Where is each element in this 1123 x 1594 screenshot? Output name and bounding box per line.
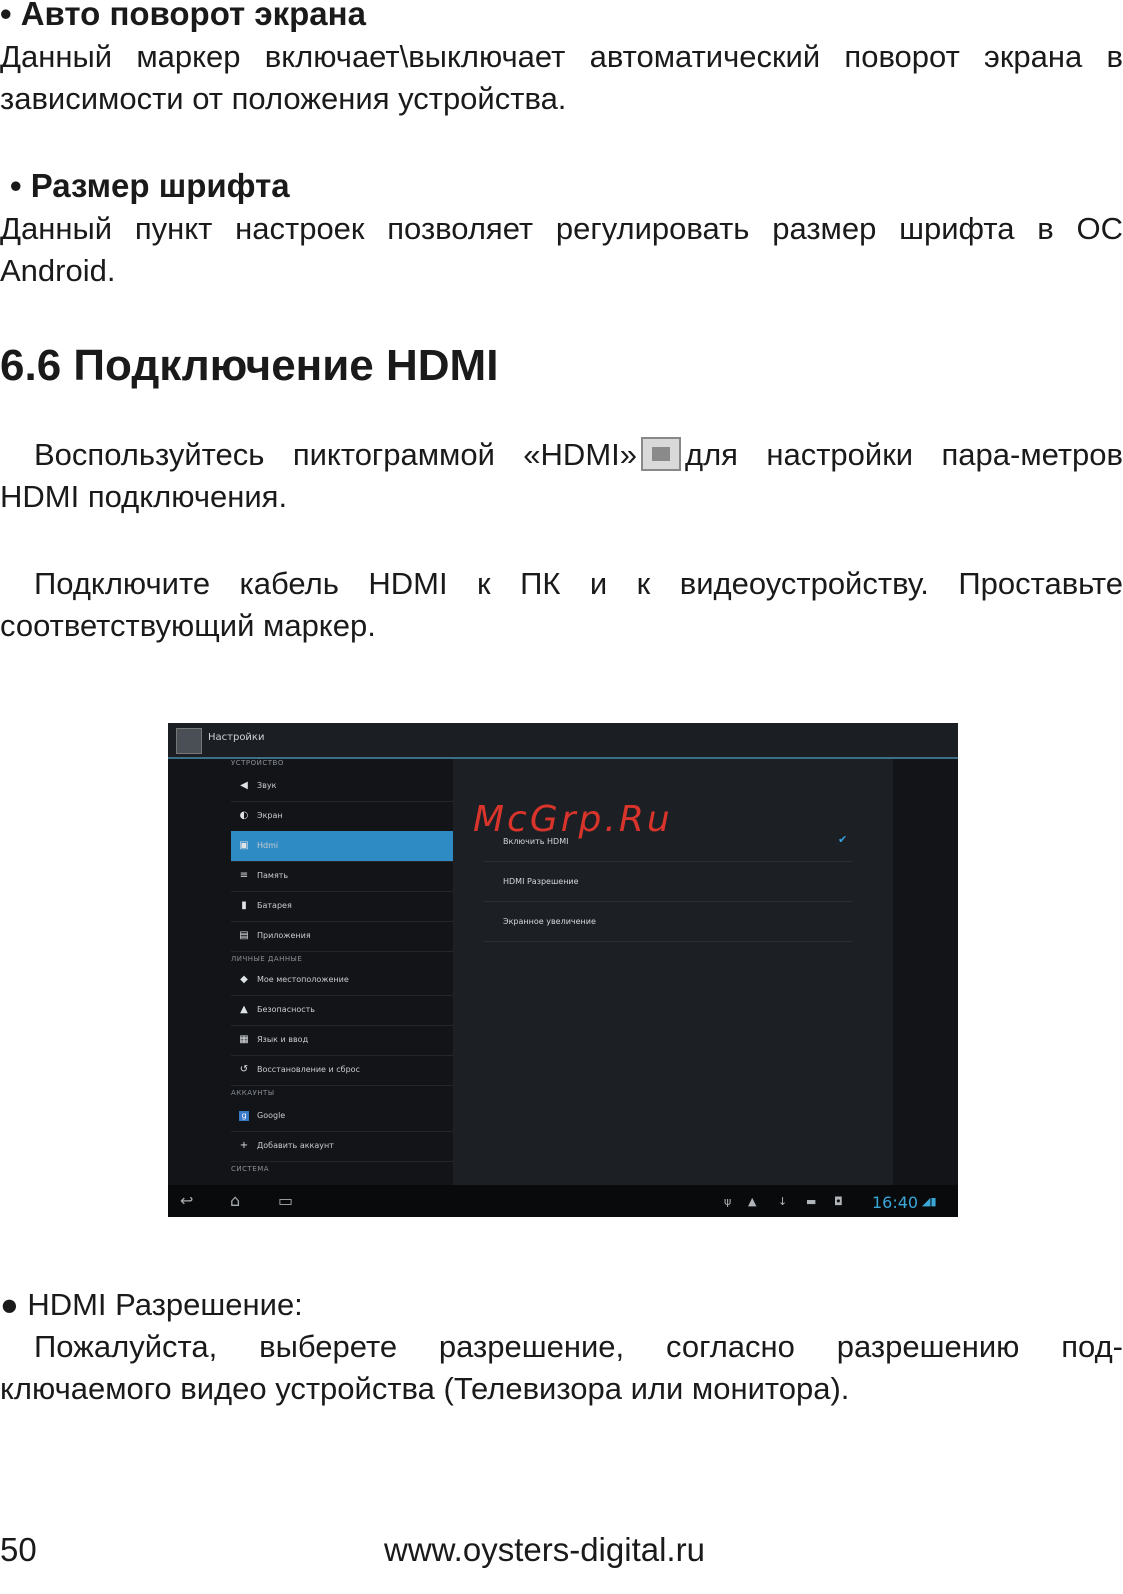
google-icon: g: [239, 1111, 249, 1121]
action-bar: Настройки: [168, 723, 958, 759]
auto-rotate-text: Данный маркер включает\выключает автомат…: [0, 39, 1123, 116]
auto-rotate-title: • Авто поворот экрана: [0, 0, 366, 32]
speaker-icon: ◀: [240, 780, 248, 791]
sd-card-icon: ◘: [834, 1195, 843, 1208]
sidebar-item-add-account[interactable]: + Добавить аккаунт: [231, 1131, 453, 1162]
notification-icon: ▬: [806, 1195, 817, 1208]
font-size-title: • Размер шрифта: [10, 167, 290, 204]
section-personal: ЛИЧНЫЕ ДАННЫЕ: [231, 955, 303, 963]
app-title: Настройки: [208, 732, 265, 743]
checkmark-icon[interactable]: ✔: [838, 833, 847, 846]
sidebar-item-security[interactable]: ▲ Безопасность: [231, 995, 453, 1026]
sidebar-item-sound[interactable]: ◀ Звук: [231, 771, 453, 802]
hdmi-intro-paragraph: Воспользуйтесь пиктограммой «HDMI» для на…: [0, 434, 1123, 518]
apps-icon: ▤: [239, 930, 249, 941]
settings-app-icon: [176, 728, 202, 754]
resolution-text: Пожалуйста, выберете разрешение, согласн…: [0, 1329, 1123, 1406]
sidebar-item-language[interactable]: ▦ Язык и ввод: [231, 1025, 453, 1056]
hdmi-icon: [641, 437, 681, 471]
hdmi-icon: ▣: [239, 840, 249, 851]
reset-icon: ↺: [239, 1064, 249, 1075]
download-icon: ↓: [778, 1195, 788, 1208]
battery-icon: ▮: [241, 900, 247, 911]
resolution-title: ● HDMI Разрешение:: [0, 1287, 303, 1322]
settings-sidebar: УСТРОЙСТВО ◀ Звук ◐ Экран ▣ Hdmi ≡ Память ▮ Б…: [223, 759, 453, 1185]
connect-paragraph: Подключите кабель HDMI к ПК и к видеоуст…: [0, 566, 1123, 643]
system-navbar: ↩ ⌂ ▭ ψ ▲ ↓ ▬ ◘ 16:40 ◢▮: [168, 1185, 958, 1217]
sidebar-item-reset[interactable]: ↺ Восстановление и сброс: [231, 1055, 453, 1086]
sidebar-item-apps[interactable]: ▤ Приложения: [231, 921, 453, 952]
section-device: УСТРОЙСТВО: [231, 759, 284, 767]
sidebar-item-screen[interactable]: ◐ Экран: [231, 801, 453, 832]
section-heading: 6.6 Подключение HDMI: [0, 341, 499, 390]
section-system: СИСТЕМА: [231, 1165, 270, 1173]
back-icon[interactable]: ↩: [180, 1191, 193, 1210]
sidebar-item-location[interactable]: ◆ Мое местоположение: [231, 965, 453, 996]
storage-icon: ≡: [239, 870, 249, 881]
usb-icon: ψ: [724, 1195, 732, 1208]
option-enable-hdmi[interactable]: Включить HDMI ✔: [483, 821, 853, 862]
sidebar-item-battery[interactable]: ▮ Батарея: [231, 891, 453, 922]
option-screen-zoom[interactable]: Экранное увеличение: [483, 901, 853, 942]
section-accounts: АККАУНТЫ: [231, 1089, 275, 1097]
hdmi-intro-before: Воспользуйтесь пиктограммой «HDMI»: [34, 437, 637, 472]
brightness-icon: ◐: [239, 810, 249, 821]
recent-apps-icon[interactable]: ▭: [278, 1191, 293, 1210]
sidebar-item-google[interactable]: g Google: [231, 1101, 453, 1132]
plus-icon: +: [239, 1140, 249, 1151]
hdmi-settings-panel: McGrp.Ru Включить HDMI ✔ HDMI Разрешение …: [453, 759, 893, 1185]
location-icon: ◆: [240, 974, 248, 985]
lock-icon: ▲: [240, 1004, 248, 1015]
sidebar-item-storage[interactable]: ≡ Память: [231, 861, 453, 892]
keyboard-icon: ▦: [239, 1034, 249, 1045]
home-icon[interactable]: ⌂: [230, 1191, 240, 1210]
sidebar-item-hdmi[interactable]: ▣ Hdmi: [231, 831, 453, 862]
clock: 16:40: [872, 1193, 919, 1212]
option-hdmi-resolution[interactable]: HDMI Разрешение: [483, 861, 853, 902]
warning-icon: ▲: [748, 1195, 757, 1208]
settings-screenshot: Настройки УСТРОЙСТВО ◀ Звук ◐ Экран ▣ Hdmi …: [168, 723, 958, 1217]
footer-url[interactable]: www.oysters-digital.ru: [384, 1530, 705, 1570]
signal-icon: ◢▮: [922, 1195, 937, 1208]
page-number: 50: [0, 1531, 37, 1568]
font-size-text: Данный пункт настроек позволяет регулиро…: [0, 211, 1123, 288]
